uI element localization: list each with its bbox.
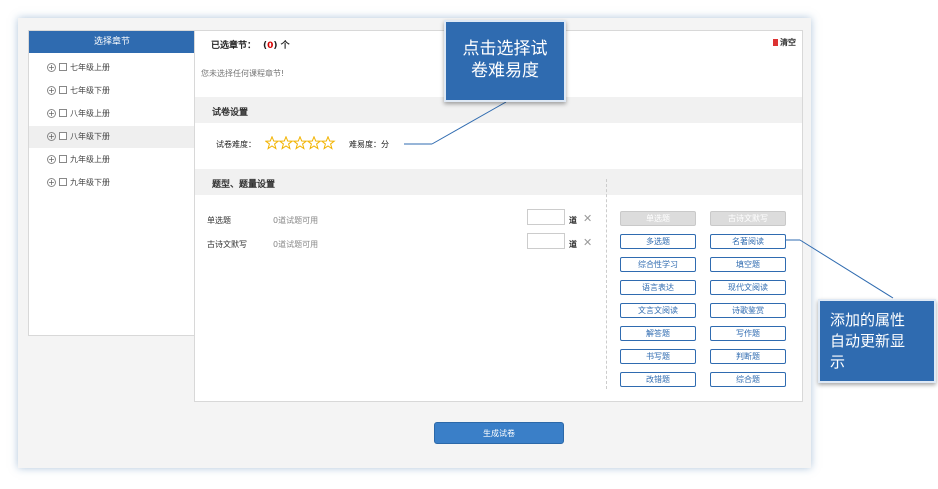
callout-line-difficulty bbox=[431, 101, 507, 145]
callout-line-attribute bbox=[799, 239, 894, 299]
difficulty-callout: 点击选择试 卷难易度 bbox=[444, 20, 566, 102]
callout-text: 卷难易度 bbox=[471, 61, 539, 81]
callout-text: 自动更新显 bbox=[830, 332, 906, 350]
callout-text: 添加的属性 bbox=[830, 311, 906, 329]
callout-text: 点击选择试 bbox=[462, 39, 548, 59]
callout-text: 示 bbox=[830, 353, 846, 371]
attribute-callout: 添加的属性 自动更新显 示 bbox=[818, 299, 936, 383]
